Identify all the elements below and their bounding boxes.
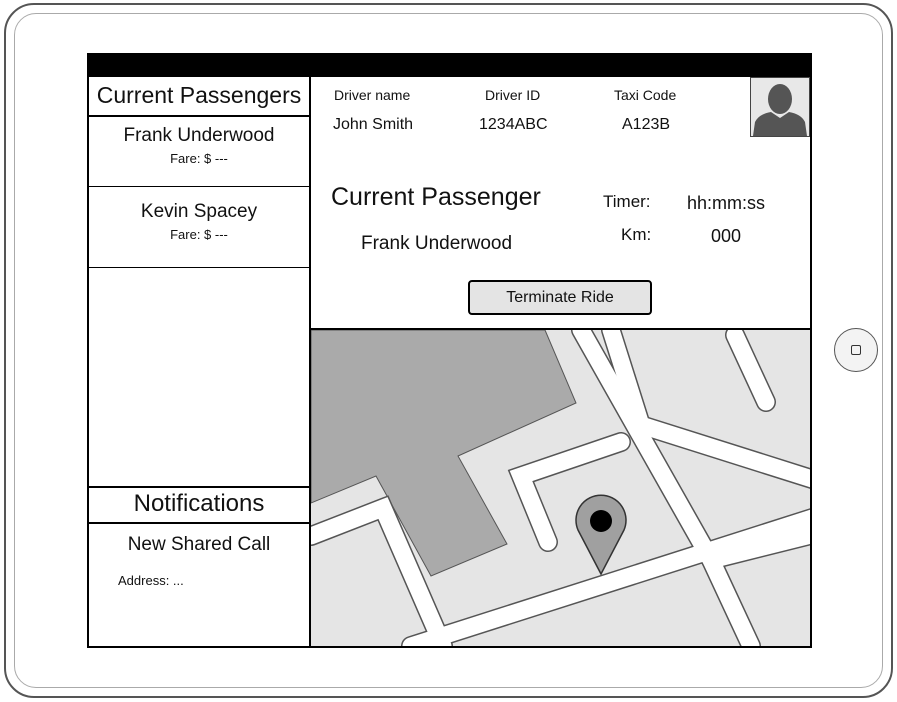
main-panel: Driver name John Smith Driver ID 1234ABC…	[311, 77, 810, 646]
timer-label: Timer:	[603, 192, 651, 211]
passengers-header: Current Passengers	[89, 77, 309, 117]
app-screen: Current Passengers Frank Underwood Fare:…	[87, 53, 812, 648]
map-view[interactable]	[311, 330, 810, 646]
km-label: Km:	[621, 225, 652, 244]
driver-id-label: Driver ID	[485, 87, 541, 103]
km-value: 000	[711, 226, 742, 246]
taxi-code-value: A123B	[622, 116, 671, 133]
sidebar: Current Passengers Frank Underwood Fare:…	[89, 77, 311, 646]
taxi-code-label: Taxi Code	[614, 87, 677, 103]
notification-item[interactable]: New Shared Call Address: ...	[89, 534, 309, 588]
notifications-panel: Notifications New Shared Call Address: .…	[89, 486, 309, 588]
current-passenger-title: Current Passenger	[331, 183, 541, 211]
home-square-icon	[851, 345, 861, 355]
passenger-fare: Fare: $ ---	[170, 151, 228, 166]
user-avatar-icon	[750, 77, 810, 137]
notification-address: Address: ...	[118, 573, 184, 588]
driver-name-label: Driver name	[334, 87, 411, 103]
passenger-name: Frank Underwood	[123, 125, 275, 146]
driver-name-value: John Smith	[333, 116, 414, 133]
home-button[interactable]	[834, 328, 878, 372]
notifications-header: Notifications	[89, 486, 309, 524]
status-bar	[89, 55, 810, 77]
notification-title: New Shared Call	[127, 534, 271, 555]
passenger-name: Kevin Spacey	[140, 201, 258, 222]
timer-value: hh:mm:ss	[687, 193, 766, 213]
passenger-item[interactable]: Kevin Spacey Fare: $ ---	[89, 187, 309, 268]
terminate-ride-button[interactable]: Terminate Ride	[468, 280, 652, 315]
passenger-fare: Fare: $ ---	[170, 227, 228, 242]
passenger-item[interactable]: Frank Underwood Fare: $ ---	[89, 117, 309, 187]
driver-id-value: 1234ABC	[479, 116, 548, 133]
ride-info-panel: Driver name John Smith Driver ID 1234ABC…	[311, 77, 810, 330]
current-passenger-name: Frank Underwood	[361, 233, 513, 254]
